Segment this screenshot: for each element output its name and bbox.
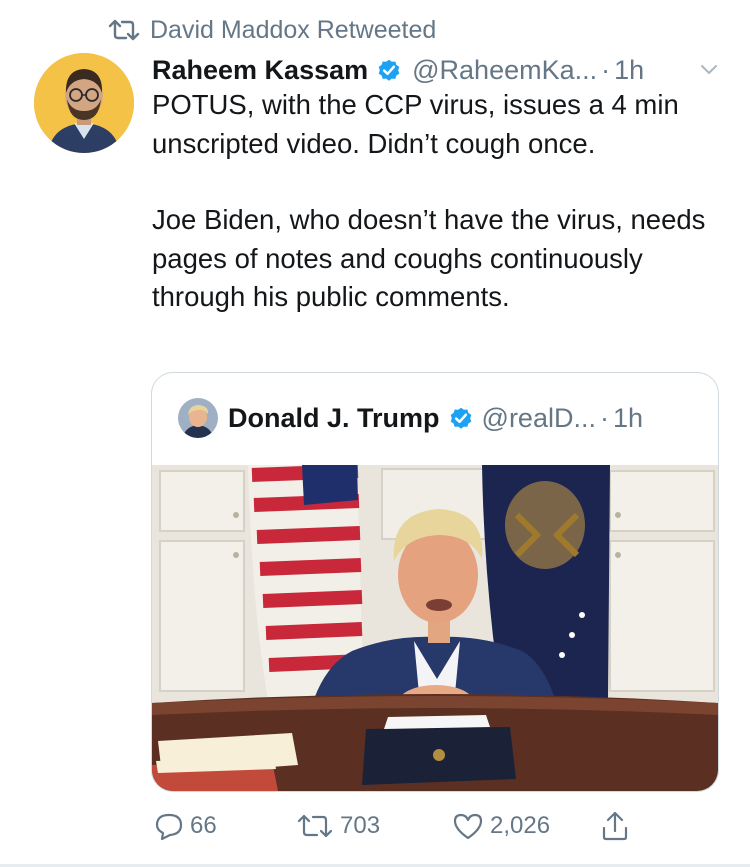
tweet-action-bar: 66 703 2,026 — [154, 806, 654, 846]
reply-icon — [155, 813, 183, 841]
retweet-button[interactable]: 703 — [296, 806, 380, 846]
tweet-paragraph: Joe Biden, who doesn’t have the virus, n… — [152, 204, 706, 312]
author-handle[interactable]: @RaheemKa... — [412, 55, 597, 86]
retweet-context[interactable]: David Maddox Retweeted — [108, 14, 436, 46]
tweet-text: POTUS, with the CCP virus, issues a 4 mi… — [152, 86, 732, 317]
author-portrait — [34, 53, 134, 153]
reply-count: 66 — [190, 812, 217, 839]
quoted-avatar — [178, 398, 218, 438]
retweet-count: 703 — [340, 812, 381, 839]
separator-dot: · — [599, 402, 609, 433]
chevron-down-icon[interactable] — [698, 58, 720, 80]
retweet-icon — [297, 814, 333, 838]
tweet-paragraph: POTUS, with the CCP virus, issues a 4 mi… — [152, 89, 679, 159]
quoted-tweet-card[interactable]: Donald J. Trump @realD... · 1h — [151, 372, 719, 792]
like-count: 2,026 — [490, 812, 551, 839]
author-name[interactable]: Raheem Kassam — [152, 55, 368, 86]
avatar[interactable] — [34, 53, 134, 153]
quoted-tweet-header: Donald J. Trump @realD... · 1h — [178, 397, 643, 439]
retweet-label: David Maddox Retweeted — [150, 15, 437, 44]
share-icon — [602, 811, 628, 841]
like-button[interactable]: 2,026 — [452, 806, 550, 846]
share-button[interactable] — [600, 806, 630, 846]
retweet-icon — [108, 19, 140, 41]
quoted-timestamp[interactable]: 1h — [613, 403, 643, 434]
tweet-header: Raheem Kassam @RaheemKa... · 1h — [152, 50, 724, 90]
quoted-author-name[interactable]: Donald J. Trump — [228, 403, 440, 434]
separator-dot: · — [601, 54, 611, 85]
timestamp[interactable]: 1h — [614, 55, 644, 86]
quoted-author-handle[interactable]: @realD... — [482, 403, 596, 434]
quoted-video-thumbnail[interactable] — [152, 465, 718, 791]
heart-icon — [453, 813, 483, 840]
verified-badge-icon — [450, 407, 471, 429]
reply-button[interactable]: 66 — [154, 806, 217, 846]
verified-badge-icon — [378, 59, 400, 81]
